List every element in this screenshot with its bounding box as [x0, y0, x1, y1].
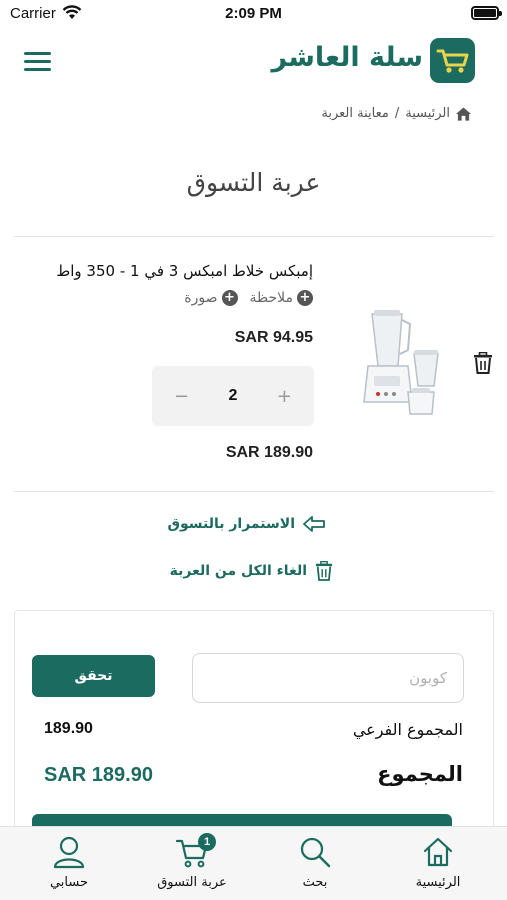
product-options: + ملاحظة + صورة — [184, 290, 313, 306]
user-icon — [53, 836, 85, 869]
plus-circle-icon: + — [297, 290, 313, 306]
line-total: SAR 189.90 — [225, 444, 313, 461]
increase-quantity-button[interactable]: + — [277, 386, 292, 407]
tab-cart[interactable]: 1 عربة التسوق — [137, 833, 247, 890]
home-icon — [456, 106, 471, 121]
subtotal-value: 189.90 — [44, 720, 93, 737]
continue-shopping-label: الاستمرار بالتسوق — [167, 516, 295, 532]
bottom-tab-bar: الرئيسية بحث 1 عربة التسوق حسابي — [0, 826, 507, 900]
breadcrumb-home[interactable]: الرئيسية — [405, 106, 450, 121]
tab-account[interactable]: حسابي — [14, 835, 124, 890]
home-icon — [423, 837, 453, 867]
search-icon — [300, 837, 331, 868]
blender-product-image[interactable] — [352, 310, 448, 418]
tab-cart-label: عربة التسوق — [157, 875, 227, 890]
trash-icon — [315, 561, 333, 581]
add-note-button[interactable]: + ملاحظة — [249, 290, 313, 306]
total-label: المجموع — [377, 762, 463, 786]
coupon-input[interactable] — [192, 653, 464, 703]
divider — [14, 236, 494, 237]
tab-search[interactable]: بحث — [260, 835, 370, 890]
add-note-label: ملاحظة — [249, 290, 294, 306]
clear-cart-label: الغاء الكل من العربة — [169, 563, 307, 579]
breadcrumb: الرئيسية / معاينة العربة — [321, 106, 471, 121]
plus-circle-icon: + — [221, 290, 238, 306]
page-title: عربة التسوق — [186, 168, 321, 197]
hamburger-menu-icon[interactable] — [24, 52, 51, 72]
unit-price: SAR 94.95 — [234, 329, 313, 346]
quantity-value: 2 — [228, 387, 238, 404]
breadcrumb-current: معاينة العربة — [321, 106, 389, 121]
tab-search-label: بحث — [302, 875, 328, 890]
status-bar: Carrier 2:09 PM — [0, 0, 507, 28]
tab-home[interactable]: الرئيسية — [383, 835, 493, 890]
product-name[interactable]: إمبكس خلاط امبكس 3 في 1 - 350 واط — [56, 262, 313, 280]
shopping-basket-icon[interactable] — [430, 38, 475, 83]
divider — [14, 491, 494, 492]
clear-cart-link[interactable]: الغاء الكل من العربة — [170, 561, 333, 581]
total-value: SAR 189.90 — [44, 764, 153, 786]
decrease-quantity-button[interactable]: − — [174, 386, 189, 407]
quantity-stepper: − 2 + — [152, 366, 314, 426]
tab-home-label: الرئيسية — [415, 875, 461, 890]
tab-account-label: حسابي — [49, 875, 89, 890]
add-image-label: صورة — [184, 290, 218, 306]
continue-shopping-link[interactable]: الاستمرار بالتسوق — [167, 516, 325, 532]
arrow-left-icon — [303, 516, 325, 532]
brand-name[interactable]: سلة العاشر — [272, 42, 423, 73]
breadcrumb-separator: / — [394, 106, 400, 121]
status-time: 2:09 PM — [225, 5, 282, 22]
battery-icon — [471, 6, 502, 20]
check-coupon-button[interactable]: تحقق — [32, 655, 155, 697]
cart-count-badge: 1 — [198, 833, 216, 851]
trash-icon[interactable] — [473, 352, 493, 374]
subtotal-label: المجموع الفرعي — [352, 720, 463, 739]
add-image-button[interactable]: + صورة — [184, 290, 238, 306]
